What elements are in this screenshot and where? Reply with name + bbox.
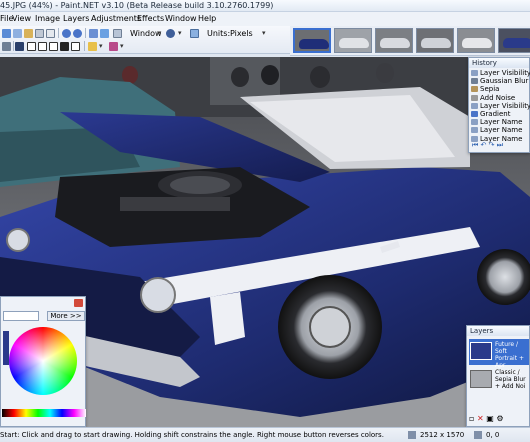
chevron-down-icon[interactable]: ▾ — [178, 29, 182, 37]
history-item[interactable]: Gradient — [469, 110, 529, 118]
units-select[interactable]: Pixels — [230, 29, 253, 38]
status-hint: Start: Click and drag to start drawing. … — [0, 431, 384, 439]
layer-row[interactable]: Future / Soft Portrait + Apr Gradient — [469, 339, 529, 376]
history-item[interactable]: Layer Name — [469, 118, 529, 126]
union-mode-icon[interactable] — [38, 42, 47, 51]
selection-mode-icon[interactable] — [15, 42, 24, 51]
history-item[interactable]: Layer Visibility — [469, 69, 530, 77]
history-item[interactable]: Layer Visibility — [469, 102, 530, 110]
cursor-position-icon — [474, 431, 482, 439]
image-thumbnail[interactable] — [457, 28, 495, 53]
deselect-icon[interactable] — [46, 29, 55, 38]
layer-icon — [471, 119, 478, 126]
primary-color-swatch[interactable] — [3, 331, 9, 365]
properties-icon[interactable]: ⚙ — [496, 414, 503, 423]
cut-icon[interactable] — [2, 29, 11, 38]
history-controls: ⏮ ↶ ↷ ⏭ — [472, 141, 503, 150]
redo-icon[interactable]: ↷ — [489, 141, 495, 149]
undo-icon[interactable]: ↶ — [481, 141, 487, 149]
layer-icon — [471, 127, 478, 134]
image-thumbnail[interactable] — [293, 28, 331, 53]
invert-mode-icon[interactable] — [71, 42, 80, 51]
fast-forward-icon[interactable]: ⏭ — [497, 141, 503, 149]
layer-thumbnail — [470, 342, 492, 360]
layer-thumbnail — [470, 370, 492, 388]
layer-name: Classic / Sepia Blur + Add Noi — [495, 369, 526, 390]
history-panel: History Layer Visibility Gaussian Blur S… — [468, 57, 530, 153]
zoom-icon[interactable] — [100, 29, 109, 38]
chevron-down-icon[interactable]: ▾ — [262, 29, 266, 37]
replace-mode-icon[interactable] — [27, 42, 36, 51]
sepia-icon — [471, 86, 478, 93]
layer-controls: ▫ ✕ ▣ ⚙ — [469, 414, 504, 423]
undo-icon[interactable] — [62, 29, 71, 38]
redo-icon[interactable] — [73, 29, 82, 38]
menu-window[interactable]: Window — [165, 14, 197, 23]
delete-layer-icon[interactable]: ✕ — [477, 414, 484, 423]
toolbar-separator — [58, 28, 59, 38]
intersect-mode-icon[interactable] — [60, 42, 69, 51]
crop-icon[interactable] — [35, 29, 44, 38]
colors-panel: More >> — [0, 296, 86, 427]
image-thumbnail[interactable] — [375, 28, 413, 53]
chevron-down-icon[interactable]: ▾ — [120, 42, 124, 50]
antialias-icon[interactable] — [88, 42, 97, 51]
tool-icon[interactable] — [2, 42, 11, 51]
chevron-down-icon[interactable]: ▾ — [157, 29, 161, 37]
color-wheel[interactable] — [9, 327, 77, 395]
image-thumbnail[interactable] — [416, 28, 454, 53]
ruler-icon[interactable] — [190, 29, 199, 38]
image-thumbnail[interactable] — [498, 28, 530, 53]
history-item[interactable]: Gaussian Blur — [469, 77, 529, 85]
history-item[interactable]: Sepia — [469, 85, 529, 93]
paste-icon[interactable] — [24, 29, 33, 38]
history-item[interactable]: Add Noise — [469, 94, 529, 102]
menu-image[interactable]: Image — [35, 14, 60, 23]
menu-bar: File View Image Layers Adjustments Effec… — [0, 12, 530, 26]
image-size-icon — [408, 431, 416, 439]
window-title: 45.JPG (44%) - Paint.NET v3.10 (Beta Rel… — [0, 1, 274, 10]
menu-adjustments[interactable]: Adjustments — [91, 14, 141, 23]
window-icon[interactable] — [113, 29, 122, 38]
layer-row[interactable]: Classic / Sepia Blur + Add Noi — [469, 367, 529, 393]
units-label: Units: — [207, 29, 231, 38]
layers-title: Layers — [467, 326, 529, 336]
gradient-icon — [471, 110, 478, 117]
zoom-in-icon[interactable] — [166, 29, 175, 38]
menu-layers[interactable]: Layers — [63, 14, 89, 23]
image-thumbnail[interactable] — [334, 28, 372, 53]
menu-view[interactable]: View — [12, 14, 31, 23]
noise-icon — [471, 94, 478, 101]
status-bar: Start: Click and drag to start drawing. … — [0, 427, 530, 442]
palette-select[interactable] — [3, 311, 39, 321]
exclude-mode-icon[interactable] — [49, 42, 58, 51]
layer-icon — [471, 102, 478, 109]
effect-icon — [471, 78, 478, 85]
toolbar-separator — [84, 41, 85, 51]
palette-strip[interactable] — [2, 409, 86, 417]
title-bar: 45.JPG (44%) - Paint.NET v3.10 (Beta Rel… — [0, 0, 530, 12]
duplicate-layer-icon[interactable]: ▣ — [486, 414, 494, 423]
cursor-position: 0, 0 — [486, 431, 500, 439]
history-title: History — [469, 58, 529, 68]
layer-icon — [471, 70, 478, 76]
layers-panel: Layers Future / Soft Portrait + Apr Grad… — [466, 325, 530, 427]
rewind-icon[interactable]: ⏮ — [472, 141, 478, 149]
add-layer-icon[interactable]: ▫ — [469, 414, 474, 423]
close-icon[interactable] — [74, 299, 83, 307]
history-item[interactable]: Layer Name — [469, 126, 529, 134]
copy-icon[interactable] — [13, 29, 22, 38]
grid-icon[interactable] — [89, 29, 98, 38]
image-size: 2512 x 1570 — [420, 431, 465, 439]
toolbar-area: Window ▾ ▾ Units: Pixels ▾ ▾ ▾ — [0, 26, 290, 54]
menu-help[interactable]: Help — [198, 14, 216, 23]
menu-effects[interactable]: Effects — [137, 14, 164, 23]
chevron-down-icon[interactable]: ▾ — [99, 42, 103, 50]
image-tabs — [290, 26, 530, 56]
toolbar-separator — [13, 41, 14, 51]
blend-mode-icon[interactable] — [109, 42, 118, 51]
more-button[interactable]: More >> — [47, 311, 85, 321]
toolbar-separator — [85, 28, 86, 38]
